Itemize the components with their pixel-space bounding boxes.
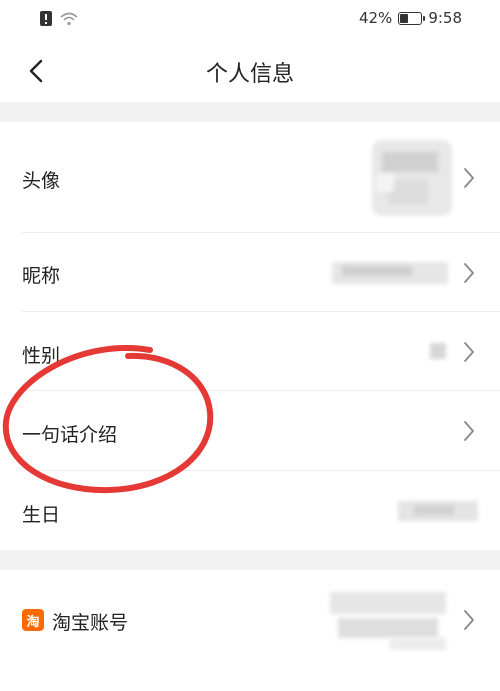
nickname-value xyxy=(332,258,448,286)
avatar-label: 头像 xyxy=(22,170,61,192)
nickname-row[interactable]: 昵称 xyxy=(0,233,500,312)
chevron-right-icon xyxy=(464,610,474,630)
section-gap xyxy=(0,102,500,122)
chevron-right-icon xyxy=(464,263,474,283)
avatar xyxy=(368,134,454,220)
taobao-label: 淘宝账号 xyxy=(52,612,129,634)
taobao-account-value xyxy=(330,588,450,654)
section-gap xyxy=(0,550,500,570)
chevron-right-icon xyxy=(464,342,474,362)
gender-row[interactable]: 性别 xyxy=(0,312,500,391)
battery-icon xyxy=(398,11,426,25)
chevron-right-icon xyxy=(464,168,474,188)
taobao-icon: 淘 xyxy=(22,609,44,631)
chevron-right-icon xyxy=(464,421,474,441)
status-right: 42% 9:58 xyxy=(359,9,462,27)
bio-row[interactable]: 一句话介绍 xyxy=(0,391,500,471)
battery-fill xyxy=(400,13,409,23)
nickname-label: 昵称 xyxy=(22,265,61,287)
birthday-label: 生日 xyxy=(22,504,61,526)
taobao-account-row[interactable]: 淘 淘宝账号 xyxy=(0,570,500,670)
alert-icon xyxy=(40,11,52,26)
battery-percent: 42% xyxy=(358,9,393,27)
birthday-value xyxy=(398,497,478,525)
wifi-icon xyxy=(60,12,78,25)
gender-label: 性别 xyxy=(22,345,61,367)
birthday-row[interactable]: 生日 xyxy=(0,471,500,550)
gender-value xyxy=(428,340,448,360)
clock: 9:58 xyxy=(428,9,462,27)
status-left xyxy=(40,11,78,26)
bio-label: 一句话介绍 xyxy=(22,424,118,446)
avatar-row[interactable]: 头像 xyxy=(0,122,500,233)
page-title: 个人信息 xyxy=(205,62,294,87)
status-bar: 42% 9:58 xyxy=(0,0,500,40)
nav-bar: 个人信息 xyxy=(0,40,500,102)
